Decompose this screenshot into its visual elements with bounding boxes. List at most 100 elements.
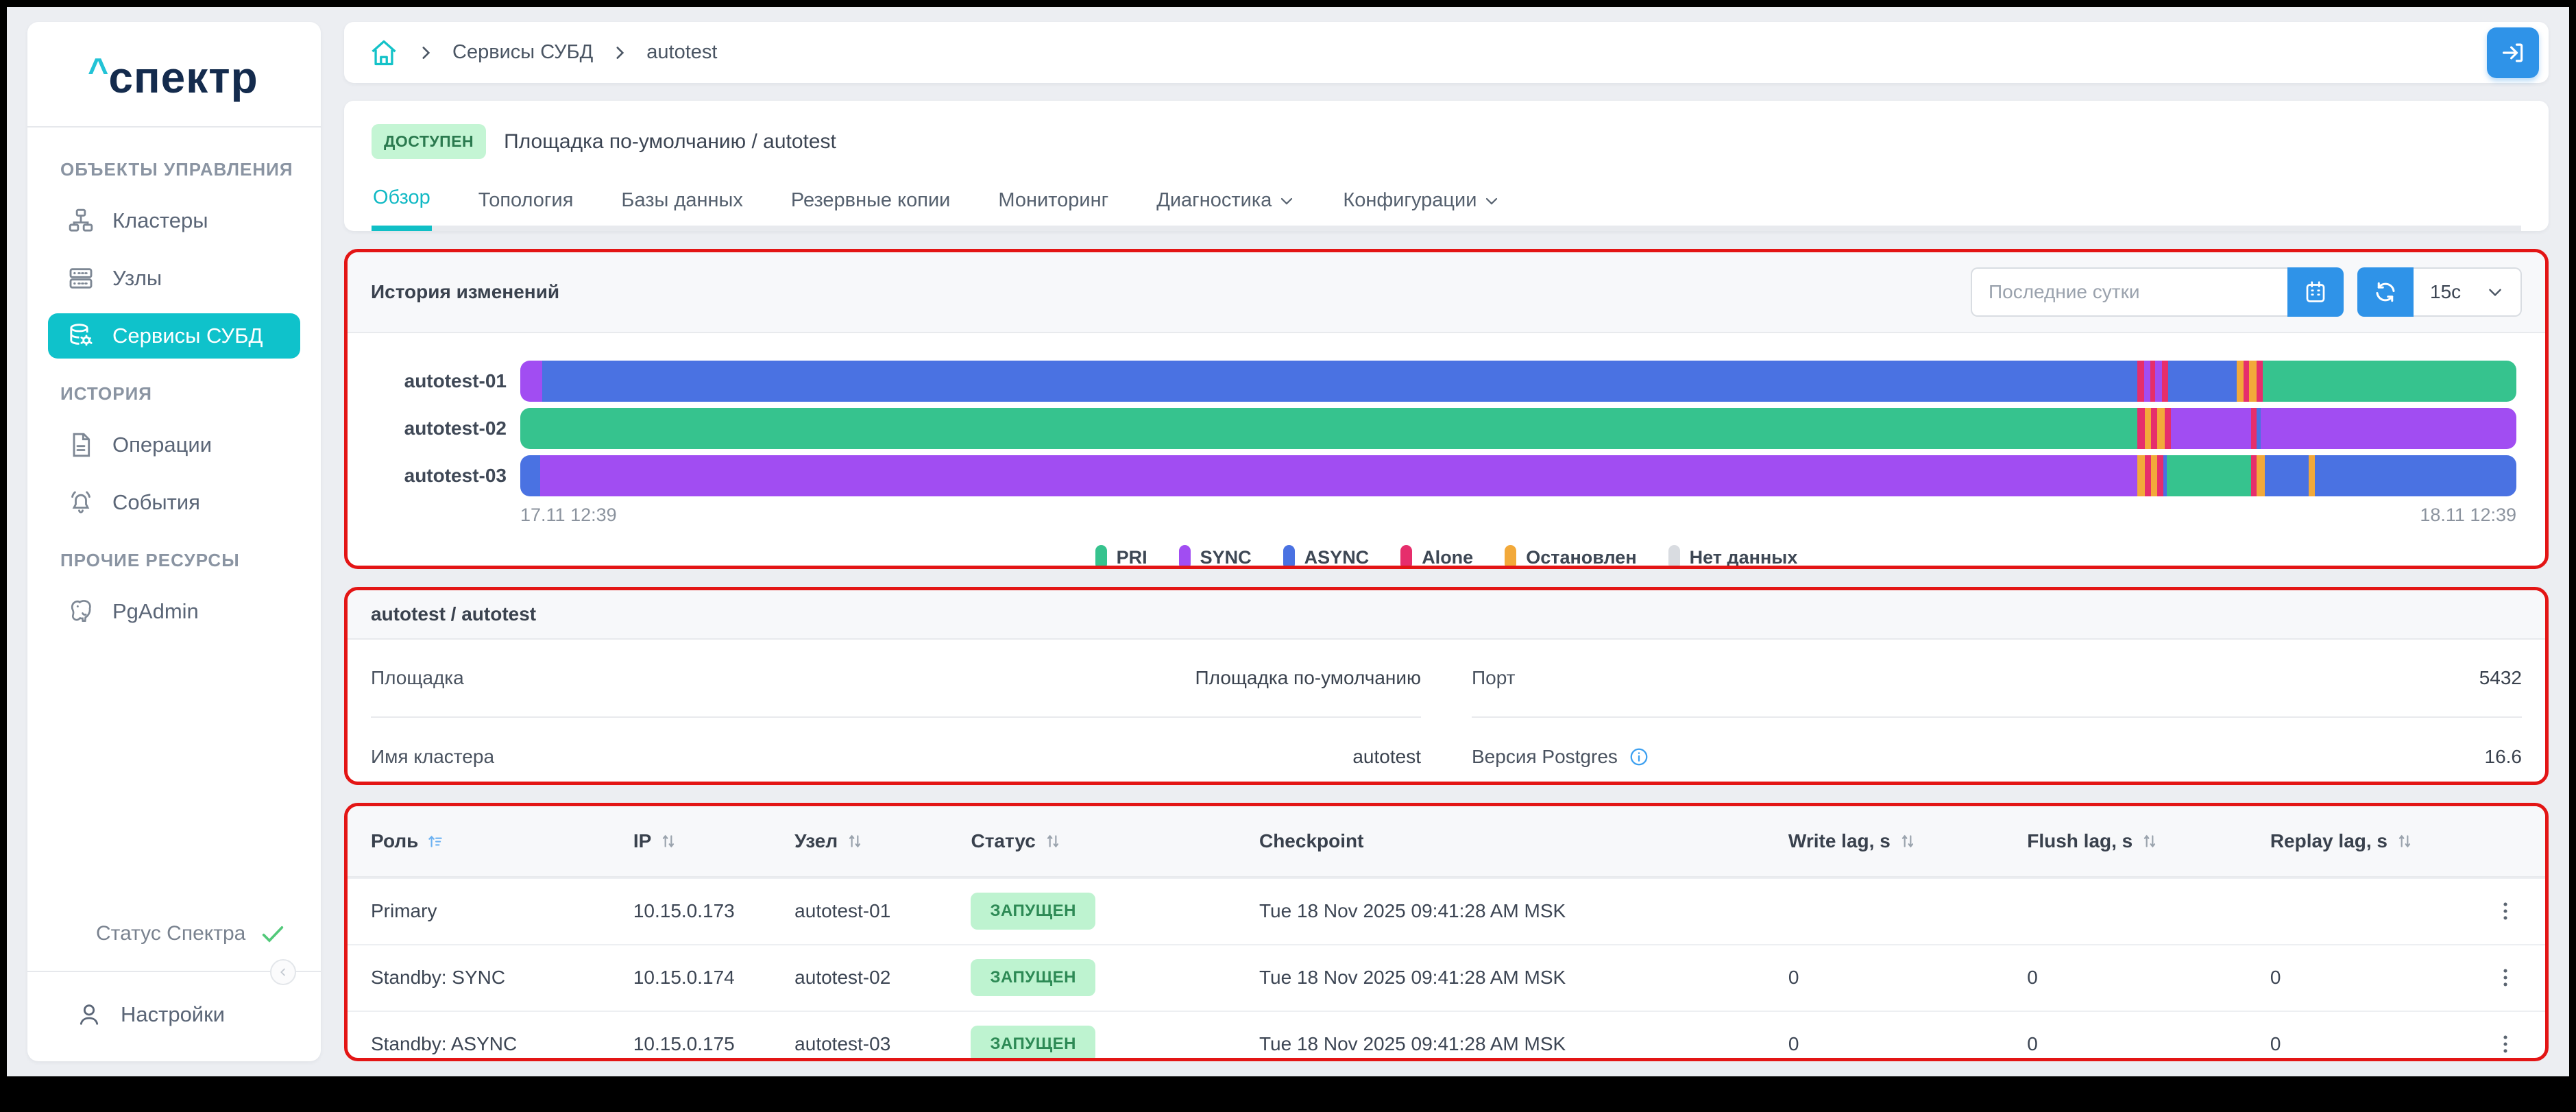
legend-marker — [1095, 545, 1107, 566]
sidebar-item-events[interactable]: События — [48, 480, 300, 525]
status-ok-check-icon — [263, 926, 284, 943]
logout-button[interactable] — [2487, 27, 2539, 78]
sidebar-item-nodes[interactable]: Узлы — [48, 256, 300, 301]
chart-segment — [2248, 361, 2257, 402]
sidebar-item-settings[interactable]: Настройки — [27, 972, 321, 1061]
col-header-node[interactable]: Узел — [794, 830, 971, 852]
service-header-card: ДОСТУПЕН Площадка по-умолчанию / autotes… — [344, 101, 2549, 232]
sidebar-item-db-services[interactable]: Сервисы СУБД — [48, 313, 300, 359]
chart-segment — [2145, 408, 2152, 450]
col-header-write-lag[interactable]: Write lag, s — [1788, 830, 2027, 852]
chart-segment — [542, 361, 2137, 402]
sidebar-item-label: Операции — [112, 433, 212, 457]
status-badge: ЗАПУЩЕН — [971, 893, 1096, 930]
cell-role: Primary — [371, 900, 437, 922]
tab-databases[interactable]: Базы данных — [620, 186, 744, 231]
chart-segment — [2162, 361, 2168, 402]
sidebar-item-label: Узлы — [112, 266, 162, 290]
sidebar-item-pgadmin[interactable]: PgAdmin — [48, 589, 300, 634]
timeline-bar-autotest-01[interactable] — [520, 361, 2516, 402]
table-row: Standby: SYNC 10.15.0.174 autotest-02 ЗА… — [348, 943, 2545, 1011]
chart-row-label: autotest-02 — [404, 418, 507, 439]
timeline-bar-autotest-02[interactable] — [520, 408, 2516, 450]
tab-diagnostics[interactable]: Диагностика — [1155, 186, 1296, 231]
tab-backups[interactable]: Резервные копии — [790, 186, 951, 231]
sidebar-collapse-button[interactable] — [270, 959, 296, 985]
calendar-icon — [2306, 281, 2325, 303]
document-icon — [73, 433, 90, 457]
service-info-panel: autotest / autotest Площадка Площадка по… — [344, 586, 2549, 785]
legend-item-pri: PRI — [1095, 545, 1147, 566]
cell-node: autotest-02 — [794, 967, 891, 989]
tab-configurations[interactable]: Конфигурации — [1341, 186, 1501, 231]
cell-write-lag: 0 — [1788, 967, 1799, 989]
timeline-bar-autotest-03[interactable] — [520, 455, 2516, 497]
info-circle-icon[interactable] — [1629, 747, 1649, 767]
tab-monitoring[interactable]: Мониторинг — [997, 186, 1110, 231]
info-row-cluster: Имя кластера autotest — [371, 718, 1421, 782]
date-range-input[interactable] — [1971, 267, 2287, 317]
legend-item-async: ASYNC — [1283, 545, 1369, 566]
row-actions-menu-button[interactable] — [2489, 961, 2522, 994]
availability-status-badge: ДОСТУПЕН — [372, 124, 487, 160]
cell-checkpoint: Tue 18 Nov 2025 09:41:28 AM MSK — [1259, 967, 1566, 989]
cell-node: autotest-03 — [794, 1033, 891, 1055]
replicas-table-panel: Роль IP Узел Статус Checkpoint Write lag… — [344, 802, 2549, 1061]
sort-ascending-active-icon — [428, 835, 443, 847]
sidebar-item-operations[interactable]: Операции — [48, 422, 300, 468]
chart-segment — [2263, 361, 2516, 402]
refresh-button[interactable] — [2357, 267, 2414, 317]
tab-topology[interactable]: Топология — [477, 186, 575, 231]
row-actions-menu-button[interactable] — [2489, 1028, 2522, 1058]
cell-role: Standby: SYNC — [371, 967, 506, 989]
chevron-left-icon — [280, 968, 285, 976]
sort-icon — [1047, 834, 1058, 848]
chart-segment — [2257, 455, 2265, 497]
app-logo: ^спектр — [27, 22, 321, 128]
chart-segment — [2156, 408, 2165, 450]
chart-segment — [2244, 361, 2249, 402]
breadcrumb-item-services[interactable]: Сервисы СУБД — [452, 41, 593, 64]
cell-replay-lag: 0 — [2270, 967, 2281, 989]
sidebar-item-label: Кластеры — [112, 208, 208, 232]
cell-ip: 10.15.0.173 — [633, 900, 735, 922]
status-timeline-chart: autotest-01 autotest-02 autotest-03 17.1… — [348, 333, 2545, 566]
chart-segment — [2167, 361, 2237, 402]
user-icon — [80, 1004, 99, 1025]
info-row-version: Версия Postgres 16.6 — [1472, 718, 2522, 782]
info-panel-title: autotest / autotest — [371, 603, 537, 625]
col-header-ip[interactable]: IP — [633, 830, 794, 852]
calendar-button[interactable] — [2287, 267, 2344, 317]
col-header-checkpoint: Checkpoint — [1259, 830, 1364, 851]
cell-checkpoint: Tue 18 Nov 2025 09:41:28 AM MSK — [1259, 1033, 1566, 1055]
refresh-interval-select[interactable]: 15с — [2414, 267, 2522, 317]
chart-segment — [2250, 455, 2257, 497]
tab-bar: Обзор Топология Базы данных Резервные ко… — [372, 186, 2521, 232]
kebab-menu-icon — [2503, 902, 2507, 920]
col-header-flush-lag[interactable]: Flush lag, s — [2027, 830, 2270, 852]
sort-icon — [1901, 834, 1913, 848]
chart-segment — [2167, 455, 2251, 497]
chevron-down-icon — [1281, 197, 1293, 205]
row-actions-menu-button[interactable] — [2489, 895, 2522, 928]
history-controls: 15с — [1971, 267, 2522, 317]
sidebar-item-clusters[interactable]: Кластеры — [48, 198, 300, 243]
chart-segment — [2165, 408, 2172, 450]
col-header-replay-lag[interactable]: Replay lag, s — [2270, 830, 2453, 852]
sidebar-nav: ОБЪЕКТЫ УПРАВЛЕНИЯ Кластеры Узлы Сервисы… — [27, 128, 321, 971]
breadcrumb-item-current: autotest — [646, 41, 718, 64]
cell-flush-lag: 0 — [2027, 1033, 2038, 1055]
legend-item-sync: SYNC — [1178, 545, 1252, 566]
chart-segment — [2171, 408, 2251, 450]
chart-segment — [2151, 408, 2157, 450]
col-header-role[interactable]: Роль — [371, 830, 633, 852]
col-header-status[interactable]: Статус — [971, 830, 1259, 852]
chart-segment — [520, 361, 543, 402]
chart-row-label: autotest-03 — [404, 465, 507, 487]
sort-icon — [2144, 834, 2156, 848]
chart-segment — [2309, 455, 2315, 497]
bell-icon — [71, 491, 90, 513]
home-icon[interactable] — [369, 38, 399, 68]
chart-segment — [2137, 408, 2146, 450]
tab-overview[interactable]: Обзор — [372, 186, 432, 232]
